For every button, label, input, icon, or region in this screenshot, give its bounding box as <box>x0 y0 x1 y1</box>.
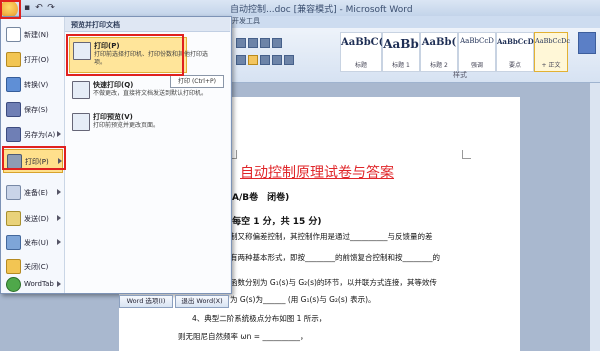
align-right-icon[interactable] <box>260 55 270 65</box>
menu-item-label: 保存(S) <box>24 106 48 114</box>
menu-item-open[interactable]: 打开(O) <box>3 48 61 70</box>
menu-item-wordtab[interactable]: WordTab <box>3 275 61 293</box>
menu-item-label: 另存为(A) <box>24 131 56 139</box>
styles-group-label: 样式 <box>453 71 467 79</box>
align-left-icon[interactable] <box>236 55 246 65</box>
open-folder-icon <box>6 52 21 67</box>
menu-item-save-as[interactable]: 另存为(A) <box>3 123 61 145</box>
menu-item-label: WordTab <box>24 280 54 288</box>
doc-line: 函数分别为 G₁(s)与 G₂(s)的环节，以并联方式连接，其等效传 <box>230 278 437 287</box>
submenu-arrow-icon <box>57 281 61 287</box>
submenu-arrow-icon <box>57 215 61 221</box>
justify-icon[interactable] <box>272 55 282 65</box>
office-menu-footer: Word 选项(I) 退出 Word(X) <box>1 293 231 309</box>
menu-item-close[interactable]: 关闭(C) <box>3 255 61 277</box>
highlight-print-item <box>2 146 66 170</box>
undo-icon[interactable]: ↶ <box>34 3 44 13</box>
style-sample: AaBbCcDc <box>535 37 570 45</box>
highlight-office-button <box>0 0 21 19</box>
line-spacing-icon[interactable] <box>284 55 294 65</box>
submenu-header: 预览并打印文档 <box>65 17 230 32</box>
prepare-icon <box>6 185 21 200</box>
doc-line: 制又称偏差控制，其控制作用是通过__________与反馈量的差 <box>230 232 433 241</box>
exit-word-button[interactable]: 退出 Word(X) <box>175 295 229 308</box>
submenu-item-quick-print[interactable]: 快速打印(Q) 不做更改，直接将文档发送到默认打印机。 <box>69 77 207 111</box>
tab-developer[interactable]: 开发工具 <box>232 16 260 26</box>
style-caption: 标题 <box>354 62 367 69</box>
wordtab-icon <box>6 277 21 292</box>
style-sample: AaBb <box>383 37 419 51</box>
menu-item-label: 关闭(C) <box>24 263 49 271</box>
style-caption: 强调 <box>470 62 483 69</box>
doc-line: 则无阻尼自然频率 ωn = __________， <box>178 332 308 341</box>
vertical-scrollbar[interactable] <box>590 83 600 351</box>
menu-item-send[interactable]: 发送(D) <box>3 207 61 229</box>
doc-line: 4、典型二阶系统极点分布如图 1 所示， <box>192 314 327 323</box>
style-sample: AaBb( <box>421 37 457 48</box>
style-caption: 标题 1 <box>392 62 410 69</box>
style-strong[interactable]: AaBbCcD 要点 <box>496 32 534 72</box>
style-heading-1[interactable]: AaBb 标题 1 <box>382 32 420 72</box>
menu-item-convert[interactable]: 转换(V) <box>3 73 61 95</box>
close-doc-icon <box>6 259 21 274</box>
style-caption: 要点 <box>508 62 521 69</box>
menu-item-new[interactable]: 新建(N) <box>3 23 61 45</box>
submenu-item-title: 打印预览(V) <box>93 113 133 121</box>
quick-print-icon <box>72 81 90 99</box>
style-caption: 标题 2 <box>430 62 448 69</box>
word-options-button[interactable]: Word 选项(I) <box>119 295 173 308</box>
menu-item-label: 准备(E) <box>24 189 48 197</box>
numbering-icon[interactable] <box>248 38 258 48</box>
submenu-item-desc: 不做更改，直接将文档发送到默认打印机。 <box>93 90 208 97</box>
submenu-header-label: 预览并打印文档 <box>71 21 120 29</box>
submenu-item-print-preview[interactable]: 打印预览(V) 打印前预览并更改页面。 <box>69 109 185 143</box>
window-title: 自动控制...doc [兼容模式] - Microsoft Word <box>230 5 413 15</box>
print-preview-icon <box>72 113 90 131</box>
menu-item-label: 发送(D) <box>24 215 49 223</box>
publish-icon <box>6 235 21 250</box>
doc-line: 为 G(s)为______ (用 G₁(s)与 G₂(s) 表示)。 <box>230 295 376 304</box>
title-bar: ▪ ↶ ↷ 自动控制...doc [兼容模式] - Microsoft Word <box>0 0 600 18</box>
menu-item-label: 发布(U) <box>24 239 49 247</box>
menu-item-save[interactable]: 保存(S) <box>3 98 61 120</box>
style-caption: + 正文 <box>541 62 561 69</box>
style-heading[interactable]: AaBbC( 标题 <box>340 32 384 72</box>
save-icon[interactable]: ▪ <box>22 3 32 13</box>
document-title: 自动控制原理试卷与答案 <box>240 165 394 181</box>
highlight-print-submenu <box>66 34 184 76</box>
indent-icon[interactable] <box>260 38 270 48</box>
submenu-arrow-icon <box>57 131 61 137</box>
send-icon <box>6 211 21 226</box>
new-doc-icon <box>6 27 21 42</box>
change-styles-icon[interactable] <box>578 32 596 54</box>
style-sample: AaBbCcD <box>497 37 534 46</box>
doc-line: (每空 1 分，共 15 分) <box>228 217 322 227</box>
doc-line: A/B卷 闭卷) <box>232 193 290 203</box>
menu-item-prepare[interactable]: 准备(E) <box>3 181 61 203</box>
style-sample: AaBbCcD <box>460 37 494 45</box>
doc-line: 有两种基本形式，即按________的前馈复合控制和按________的 <box>230 253 440 262</box>
submenu-item-title: 快速打印(Q) <box>93 81 134 89</box>
sort-icon[interactable] <box>272 38 282 48</box>
style-normal[interactable]: AaBbCcDc + 正文 <box>534 32 570 72</box>
menu-item-label: 打开(O) <box>24 56 49 64</box>
submenu-arrow-icon <box>57 189 61 195</box>
menu-item-label: 新建(N) <box>24 31 49 39</box>
submenu-item-desc: 打印前预览并更改页面。 <box>93 122 160 129</box>
redo-icon[interactable]: ↷ <box>46 3 56 13</box>
style-sample: AaBbC( <box>341 37 384 48</box>
align-center-icon[interactable] <box>248 55 258 65</box>
save-as-icon <box>6 127 21 142</box>
bullets-icon[interactable] <box>236 38 246 48</box>
convert-icon <box>6 77 21 92</box>
style-heading-2[interactable]: AaBb( 标题 2 <box>420 32 458 72</box>
menu-item-label: 转换(V) <box>24 81 49 89</box>
menu-item-publish[interactable]: 发布(U) <box>3 231 61 253</box>
style-emphasis[interactable]: AaBbCcD 强调 <box>458 32 496 72</box>
margin-corner-mark <box>462 150 471 159</box>
submenu-arrow-icon <box>57 239 61 245</box>
print-tooltip: 打印 (Ctrl+P) <box>170 75 224 88</box>
save-icon <box>6 102 21 117</box>
